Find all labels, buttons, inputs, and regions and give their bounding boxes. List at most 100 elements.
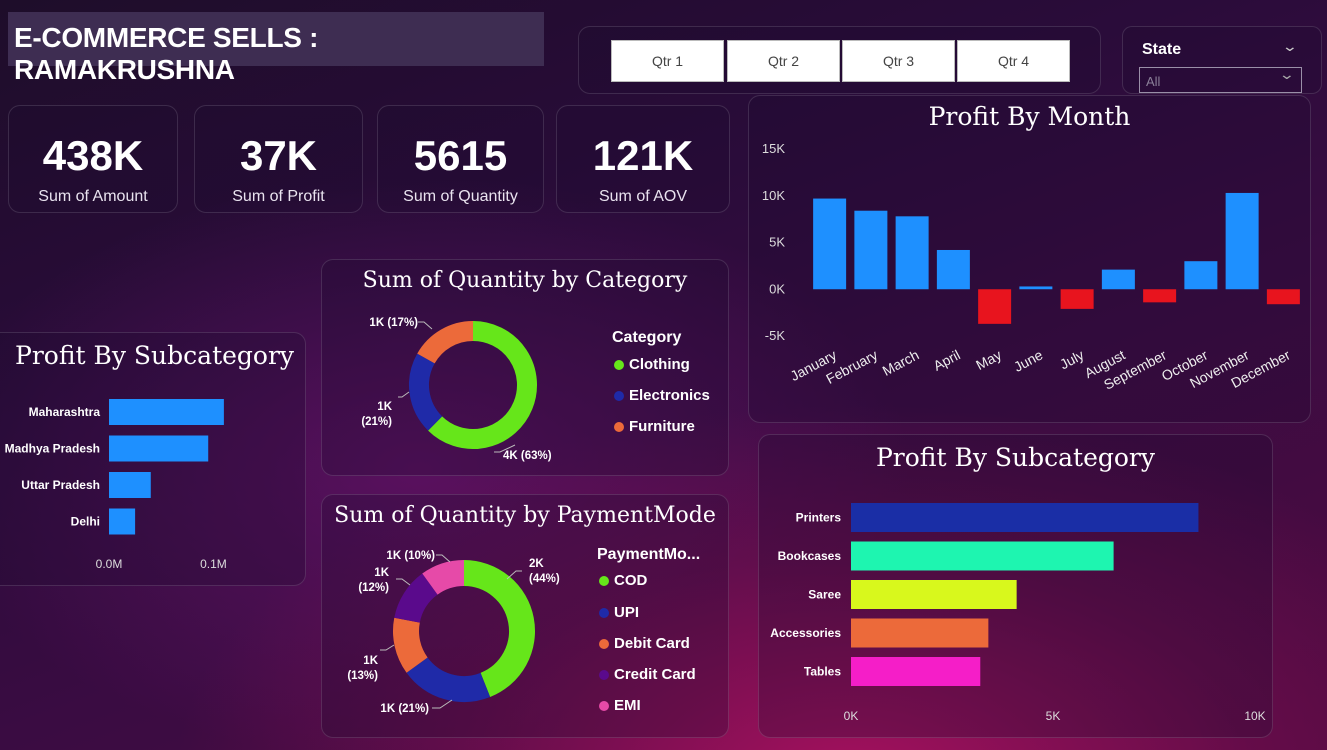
legend-dot (599, 700, 609, 711)
legend-dot (599, 575, 609, 586)
profit-by-subcategory-panel: Profit By Subcategory Printers Bookcases S… (758, 434, 1273, 738)
legend-title: Category (612, 329, 682, 346)
legend-item-electronics[interactable]: Electronics (614, 387, 710, 404)
y-tick-label: Accessories (770, 626, 841, 640)
legend-label: COD (614, 572, 648, 589)
legend-dot (599, 607, 609, 618)
bar (1143, 289, 1177, 303)
bar (1225, 192, 1259, 290)
legend-item-debit-card[interactable]: Debit Card (599, 635, 690, 652)
donut-slice (406, 656, 491, 702)
bar (936, 249, 970, 290)
dashboard-title-box: E-COMMERCE SELLS : RAMAKRUSHNA (8, 12, 544, 85)
legend-item-cod[interactable]: COD (599, 572, 647, 589)
profit-by-state-panel: Profit By Subcategory Maharashtra Madhya … (0, 332, 306, 586)
y-tick-label: 15K (762, 141, 785, 156)
data-label: (21%) (361, 416, 392, 428)
x-tick-label: 0K (844, 709, 859, 723)
profit-by-subcategory-chart: Printers Bookcases Saree Accessories Tables 0… (770, 503, 1266, 723)
legend-item-furniture[interactable]: Furniture (614, 418, 695, 435)
quarter-button-2[interactable]: Qtr 2 (727, 40, 840, 82)
y-tick-label: 10K (762, 188, 785, 203)
y-tick-label: Uttar Pradesh (21, 478, 100, 492)
x-tick-label: 5K (1046, 709, 1061, 723)
legend-label: Electronics (629, 387, 710, 404)
donut-slice (463, 560, 535, 698)
kpi-card-aov: 121K Sum of AOV (556, 105, 730, 213)
data-label: 1K (377, 401, 392, 413)
legend-dot (614, 421, 624, 432)
x-tick-label: June (1011, 346, 1046, 374)
kpi-label: Sum of AOV (598, 188, 688, 205)
quantity-by-category-panel: Sum of Quantity by Category 4K (63%) 1K (2… (321, 259, 729, 476)
legend-item-credit-card[interactable]: Credit Card (599, 666, 696, 683)
data-label: 1K (21%) (380, 703, 429, 715)
legend-dot (599, 669, 609, 680)
y-tick-label: Madhya Pradesh (5, 442, 100, 456)
quarter-button-3[interactable]: Qtr 3 (842, 40, 955, 82)
bar (978, 289, 1012, 324)
legend-label: EMI (614, 697, 641, 714)
dashboard-title: E-COMMERCE SELLS : RAMAKRUSHNA (14, 22, 319, 85)
label-leader-line (418, 321, 433, 330)
legend-label: Furniture (629, 418, 695, 435)
x-tick-label: 0.0M (96, 557, 123, 571)
data-label: (44%) (529, 573, 560, 585)
legend-dot (614, 359, 624, 370)
bar (1060, 289, 1094, 309)
legend-label: UPI (614, 604, 640, 621)
donut-slice (393, 617, 428, 673)
donut-slice (417, 321, 474, 364)
legend-dot (614, 390, 624, 401)
y-tick-label: Saree (808, 588, 841, 602)
state-slicer-label: State (1142, 41, 1182, 58)
state-dropdown[interactable]: All ⌄ (1139, 66, 1302, 93)
profit-by-month-panel: Profit By Month 15K 10K 5K 0K -5K January Febr… (748, 95, 1311, 423)
x-tick-label: April (931, 347, 963, 374)
kpi-label: Sum of Amount (38, 188, 148, 205)
bar (851, 541, 1114, 571)
kpi-value: 121K (592, 132, 694, 179)
bar (851, 618, 989, 648)
quarter-button-1[interactable]: Qtr 1 (611, 40, 724, 82)
data-label: (13%) (347, 670, 378, 682)
legend-item-emi[interactable]: EMI (599, 697, 641, 714)
y-tick-label: Printers (796, 511, 842, 525)
chevron-down-icon[interactable]: ⌄ (1282, 38, 1298, 55)
bar (813, 198, 847, 290)
bar (854, 210, 888, 290)
kpi-value: 5615 (413, 132, 508, 179)
data-label: 1K (17%) (369, 317, 418, 329)
bar (109, 435, 209, 462)
data-label: 2K (529, 558, 544, 570)
chevron-down-icon: ⌄ (1278, 66, 1296, 82)
label-leader-line (398, 391, 410, 398)
donut-slice (394, 573, 439, 624)
y-tick-label: Maharashtra (29, 405, 101, 419)
profit-by-state-chart: Maharashtra Madhya Pradesh Uttar Pradesh De… (5, 399, 227, 571)
legend-title: PaymentMo... (597, 546, 701, 563)
data-label: 1K (363, 655, 378, 667)
legend-item-upi[interactable]: UPI (599, 604, 639, 621)
y-tick-label: 0K (769, 281, 785, 296)
y-tick-label: -5K (765, 328, 786, 343)
data-label: 4K (63%) (503, 450, 552, 462)
kpi-value: 37K (239, 132, 318, 179)
kpi-card-amount: 438K Sum of Amount (8, 105, 178, 213)
bar (109, 472, 151, 498)
bar (851, 657, 981, 686)
bar (109, 399, 224, 425)
legend-dot (599, 638, 609, 649)
legend-item-clothing[interactable]: Clothing (614, 356, 690, 373)
x-tick-label: 10K (1244, 709, 1265, 723)
label-leader-line (396, 578, 411, 586)
kpi-value: 438K (42, 132, 144, 179)
bar (895, 216, 929, 290)
x-tick-label: March (880, 347, 922, 379)
legend-label: Debit Card (614, 635, 690, 652)
data-label: (12%) (358, 582, 389, 594)
y-tick-label: 5K (769, 235, 785, 250)
bar (109, 508, 136, 535)
legend-label: Clothing (629, 356, 690, 373)
quarter-button-4[interactable]: Qtr 4 (957, 40, 1070, 82)
